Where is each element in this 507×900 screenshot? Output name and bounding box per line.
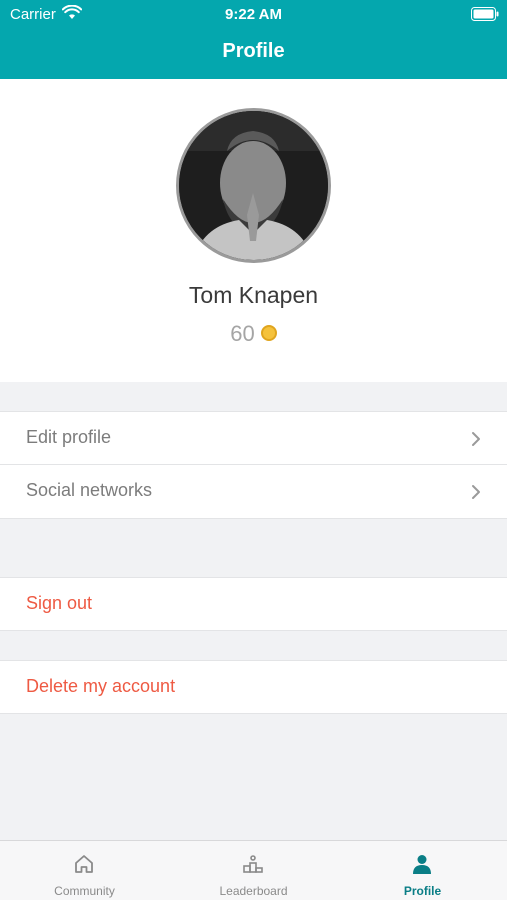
points-value: 60: [230, 321, 255, 346]
tab-bar: Community Leaderboard Profile: [0, 840, 507, 900]
profile-name: Tom Knapen: [188, 282, 319, 308]
delete-account-label: Delete my account: [26, 676, 176, 696]
tab-leaderboard-label: Leaderboard: [219, 884, 288, 898]
delete-account-button[interactable]: Delete my account: [0, 660, 507, 714]
tab-community-label: Community: [54, 884, 115, 898]
tab-profile[interactable]: Profile: [338, 841, 507, 900]
social-networks-label: Social networks: [26, 480, 153, 500]
podium-icon: [241, 852, 265, 881]
sign-out-button[interactable]: Sign out: [0, 577, 507, 631]
home-icon: [72, 852, 96, 881]
app-header: Carrier 9:22 AM Profile: [0, 0, 507, 79]
avatar[interactable]: [176, 108, 331, 263]
tab-profile-label: Profile: [403, 884, 442, 898]
chevron-right-icon: [470, 483, 482, 506]
tab-leaderboard[interactable]: Leaderboard: [169, 841, 338, 900]
tab-community[interactable]: Community: [0, 841, 169, 900]
coin-icon: [260, 325, 277, 342]
battery-icon: [471, 7, 499, 26]
chevron-right-icon: [470, 430, 482, 453]
profile-card: Tom Knapen 60: [0, 79, 507, 382]
page-title: Profile: [222, 40, 285, 62]
person-icon: [410, 852, 434, 881]
edit-profile-label: Edit profile: [26, 427, 112, 447]
clock: 9:22 AM: [225, 6, 282, 23]
points-row: 60: [0, 321, 507, 347]
edit-profile-row[interactable]: Edit profile: [0, 411, 507, 465]
status-bar: Carrier 9:22 AM: [0, 0, 507, 28]
sign-out-label: Sign out: [26, 593, 93, 613]
social-networks-row[interactable]: Social networks: [0, 465, 507, 519]
